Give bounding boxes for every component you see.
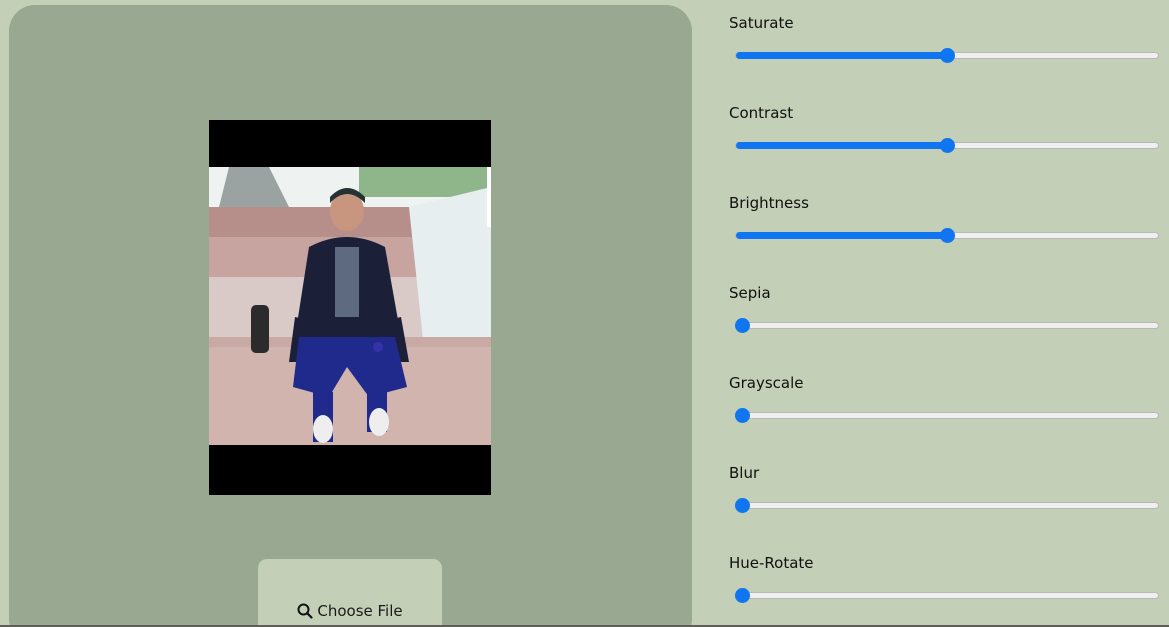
photo-preview bbox=[209, 120, 491, 495]
slider-fill bbox=[736, 52, 948, 59]
filter-label: Brightness bbox=[729, 194, 809, 212]
choose-file-content[interactable]: Choose File bbox=[258, 602, 442, 620]
slider-thumb[interactable] bbox=[735, 498, 750, 513]
filter-label: Sepia bbox=[729, 284, 771, 302]
preview-panel: Choose File bbox=[9, 5, 692, 627]
slider-thumb[interactable] bbox=[940, 228, 955, 243]
slider-thumb[interactable] bbox=[735, 588, 750, 603]
sepia-slider[interactable] bbox=[735, 322, 1159, 329]
slider-thumb[interactable] bbox=[735, 318, 750, 333]
filter-hue-rotate: Hue-Rotate bbox=[729, 540, 1169, 627]
slider-fill bbox=[736, 142, 948, 149]
filter-label: Saturate bbox=[729, 14, 794, 32]
filter-blur: Blur bbox=[729, 450, 1169, 540]
slider-thumb[interactable] bbox=[940, 48, 955, 63]
filter-saturate: Saturate bbox=[729, 0, 1169, 90]
slider-thumb[interactable] bbox=[940, 138, 955, 153]
slider-fill bbox=[736, 232, 948, 239]
blur-slider[interactable] bbox=[735, 502, 1159, 509]
filter-label: Contrast bbox=[729, 104, 794, 122]
filter-sepia: Sepia bbox=[729, 270, 1169, 360]
slider-thumb[interactable] bbox=[735, 408, 750, 423]
filter-label: Grayscale bbox=[729, 374, 804, 392]
choose-file-button[interactable]: Choose File bbox=[258, 559, 442, 627]
hue-rotate-slider[interactable] bbox=[735, 592, 1159, 599]
choose-file-label[interactable]: Choose File bbox=[317, 602, 402, 620]
filter-contrast: Contrast bbox=[729, 90, 1169, 180]
filter-label: Blur bbox=[729, 464, 760, 482]
photo-editor-app: Choose File Saturate Contrast Brightness… bbox=[0, 0, 1169, 627]
search-icon bbox=[297, 603, 313, 619]
filter-label: Hue-Rotate bbox=[729, 554, 814, 572]
photo-image bbox=[209, 167, 491, 445]
filter-brightness: Brightness bbox=[729, 180, 1169, 270]
filter-grayscale: Grayscale bbox=[729, 360, 1169, 450]
grayscale-slider[interactable] bbox=[735, 412, 1159, 419]
